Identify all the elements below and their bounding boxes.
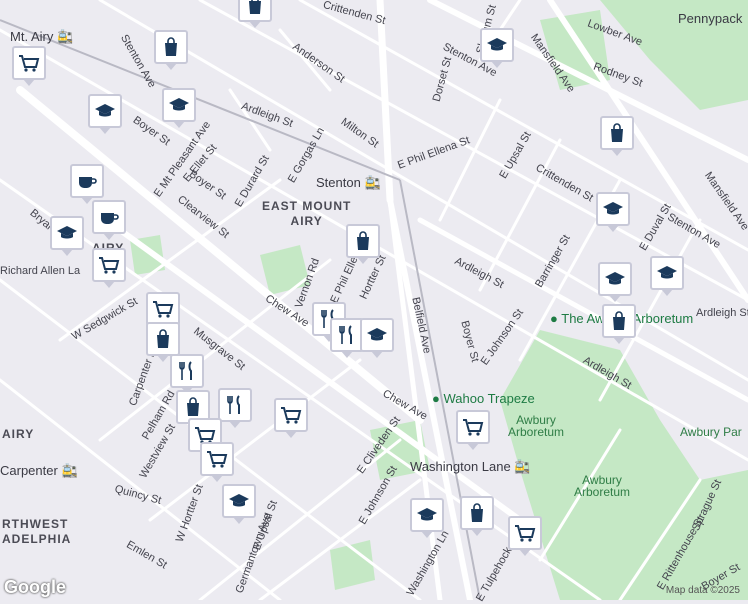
train-icon: 🚉 [364,175,381,190]
marker-school[interactable] [88,94,122,134]
marker-school[interactable] [410,498,444,538]
place-washington-lane-station: Washington Lane 🚉 [410,459,531,474]
graduation-cap-icon [487,38,507,51]
fork-knife-icon [179,361,192,380]
poi-wahoo-trapeze[interactable]: ● Wahoo Trapeze [432,392,535,405]
park-label-awbury-1: Awbury Arboretum [508,413,565,439]
graduation-cap-icon [95,104,115,117]
train-icon: 🚉 [56,29,74,44]
poi-icon: ● [432,391,440,406]
marker-school[interactable] [50,216,84,256]
street-label: Richard Allen La [0,265,81,277]
bag-icon [471,503,483,522]
bag-icon [187,397,199,416]
marker-grocery[interactable] [200,442,234,482]
graduation-cap-icon [603,202,623,215]
neighborhood-east-mount-airy: EAST MOUNT AIRY [262,199,352,228]
marker-grocery[interactable] [274,398,308,438]
neighborhood-airy-2: AIRY [2,427,35,441]
marker-restaurant[interactable] [218,388,252,428]
marker-shopping[interactable] [154,30,188,70]
place-mt-airy-station: Mt. Airy 🚉 [10,29,74,44]
neighborhood-northwest-philadelphia: RTHWEST ADELPHIA [2,517,72,546]
place-stenton-station: Stenton 🚉 [316,175,381,190]
marker-school[interactable] [480,28,514,68]
bag-icon [157,329,169,348]
google-logo: Google [4,577,66,597]
marker-school[interactable] [162,88,196,128]
marker-grocery[interactable] [146,292,180,332]
marker-school[interactable] [222,484,256,524]
cart-icon [463,419,484,436]
bag-icon [165,37,177,56]
cart-icon [153,301,174,318]
coffee-icon [101,213,119,224]
marker-school[interactable] [360,318,394,358]
park-label-awbury-park: Awbury Par [680,425,742,439]
map-attribution: Map data ©2025 [665,585,740,596]
marker-school[interactable] [650,256,684,296]
marker-grocery[interactable] [456,410,490,450]
graduation-cap-icon [657,266,677,279]
marker-grocery[interactable] [508,516,542,556]
place-pennypack: Pennypack [678,11,743,26]
fork-knife-icon [227,395,240,414]
graduation-cap-icon [169,98,189,111]
marker-grocery[interactable] [92,248,126,288]
bag-icon [357,231,369,250]
place-carpenter-station: Carpenter 🚉 [0,463,78,478]
poi-icon: ● [550,311,558,326]
coffee-icon [79,177,97,188]
bag-icon [613,311,625,330]
street-label: Ardleigh St [696,307,748,319]
cart-icon [515,525,536,542]
cart-icon [19,55,40,72]
marker-cafe[interactable] [92,200,126,240]
train-icon: 🚉 [61,463,78,478]
bag-icon [611,123,623,142]
graduation-cap-icon [57,226,77,239]
marker-shopping[interactable] [146,322,180,362]
graduation-cap-icon [229,494,249,507]
graduation-cap-icon [605,272,625,285]
fork-knife-icon [339,325,352,344]
marker-shopping[interactable] [346,224,380,264]
cart-icon [207,451,228,468]
bag-icon [249,0,261,14]
marker-cafe[interactable] [70,164,104,204]
marker-shopping[interactable] [460,496,494,536]
marker-shopping[interactable] [600,116,634,156]
marker-shopping[interactable] [602,304,636,344]
graduation-cap-icon [367,328,387,341]
cart-icon [99,257,120,274]
marker-school[interactable] [598,262,632,302]
graduation-cap-icon [417,508,437,521]
park-label-awbury-2: Awbury Arboretum [574,473,631,499]
train-icon: 🚉 [514,459,531,474]
marker-restaurant[interactable] [170,354,204,394]
marker-restaurant[interactable] [330,318,364,358]
marker-school[interactable] [596,192,630,232]
marker-grocery[interactable] [12,46,46,86]
cart-icon [281,407,302,424]
marker-shopping[interactable] [238,0,272,28]
